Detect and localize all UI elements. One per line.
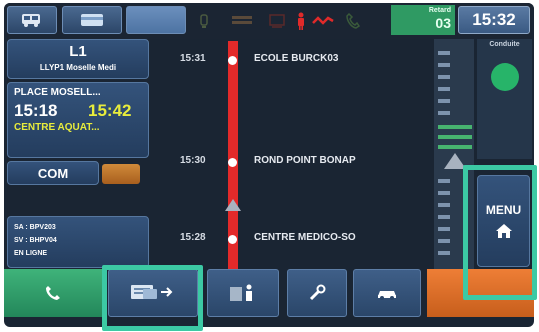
delay-label: Retard [428, 7, 451, 14]
com-button-label: COM [37, 165, 69, 181]
stop-name-2[interactable]: ROND POINT BONAP [254, 155, 356, 166]
wrench-icon [308, 284, 326, 302]
arrival-time: 15:42 [88, 101, 132, 120]
gauge-tick [438, 99, 450, 103]
stop-name-3[interactable]: CENTRE MEDICO-SO [254, 232, 356, 243]
phone-icon [346, 13, 360, 29]
com-status-indicator[interactable] [102, 164, 140, 184]
card-icon [80, 13, 104, 27]
trip-panel[interactable]: PLACE MOSELL... 15:18 15:42 CENTRE AQUAT… [7, 82, 149, 158]
passenger-icon [228, 283, 258, 303]
stop-marker-2 [228, 158, 237, 167]
highlight-message-transfer [102, 265, 203, 331]
gauge-zone-green [438, 125, 472, 129]
top-bar: Retard 03 15:32 [4, 3, 534, 39]
gauge-tick [438, 191, 450, 195]
delay-value: 03 [435, 15, 451, 31]
delay-indicator: Retard 03 [391, 5, 455, 35]
passenger-button[interactable] [207, 269, 279, 317]
gauge-tick [438, 227, 450, 231]
card-button[interactable] [62, 6, 122, 34]
gauge-tick [438, 51, 450, 55]
info-line-3: EN LIGNE [14, 250, 48, 257]
trip-origin: PLACE MOSELL... [14, 87, 101, 98]
line-number: L1 [69, 43, 87, 60]
gauge-tick [438, 75, 450, 79]
conduite-panel: Conduite [477, 39, 532, 159]
gauge-tick [438, 215, 450, 219]
vehicle-button[interactable] [353, 269, 421, 317]
person-icon [296, 12, 306, 30]
conduite-status-indicator [491, 63, 519, 91]
blank-button[interactable] [126, 6, 186, 34]
bell-icon [199, 13, 209, 29]
conduite-label: Conduite [489, 41, 520, 48]
stop-time-1: 15:31 [180, 53, 206, 64]
bus-button[interactable] [7, 6, 57, 34]
phone-icon [45, 285, 61, 301]
info-panel: SA : BPV203 SV : BHPV04 EN LIGNE [7, 216, 149, 268]
gesture-icon [312, 15, 334, 27]
bus-icon [21, 12, 43, 28]
gauge-tick [438, 203, 450, 207]
com-button[interactable]: COM [7, 161, 99, 185]
stop-marker-1 [228, 56, 237, 65]
clock: 15:32 [458, 6, 530, 34]
car-icon [376, 286, 398, 300]
stop-sign-icon [268, 13, 286, 29]
gauge-tick [438, 111, 450, 115]
gauge-zone-green [438, 135, 472, 139]
gauge-tick [438, 179, 450, 183]
stop-marker-3 [228, 235, 237, 244]
info-line-1: SA : BPV203 [14, 224, 56, 231]
maintenance-button[interactable] [287, 269, 347, 317]
line-panel[interactable]: L1 LLYP1 Moselle Medi [7, 39, 149, 79]
line-description: LLYP1 Moselle Medi [39, 63, 117, 72]
stop-time-3: 15:28 [180, 232, 206, 243]
gauge-zone-green [438, 145, 472, 149]
call-button[interactable] [4, 269, 102, 317]
stop-time-2: 15:30 [180, 155, 206, 166]
gauge-tick [438, 239, 450, 243]
driver-terminal-screen: Retard 03 15:32 L1 LLYP1 Moselle Medi PL… [4, 3, 534, 327]
gauge-tick [438, 251, 450, 255]
bars-icon [232, 16, 252, 26]
gauge-tick [438, 87, 450, 91]
trip-destination: CENTRE AQUAT... [14, 122, 100, 133]
info-line-2: SV : BHPV04 [14, 237, 57, 244]
gauge-tick [438, 63, 450, 67]
bus-position-marker-icon [225, 199, 241, 211]
highlight-menu [463, 165, 537, 300]
departure-time: 15:18 [14, 101, 58, 120]
stop-name-1[interactable]: ECOLE BURCK03 [254, 53, 338, 64]
